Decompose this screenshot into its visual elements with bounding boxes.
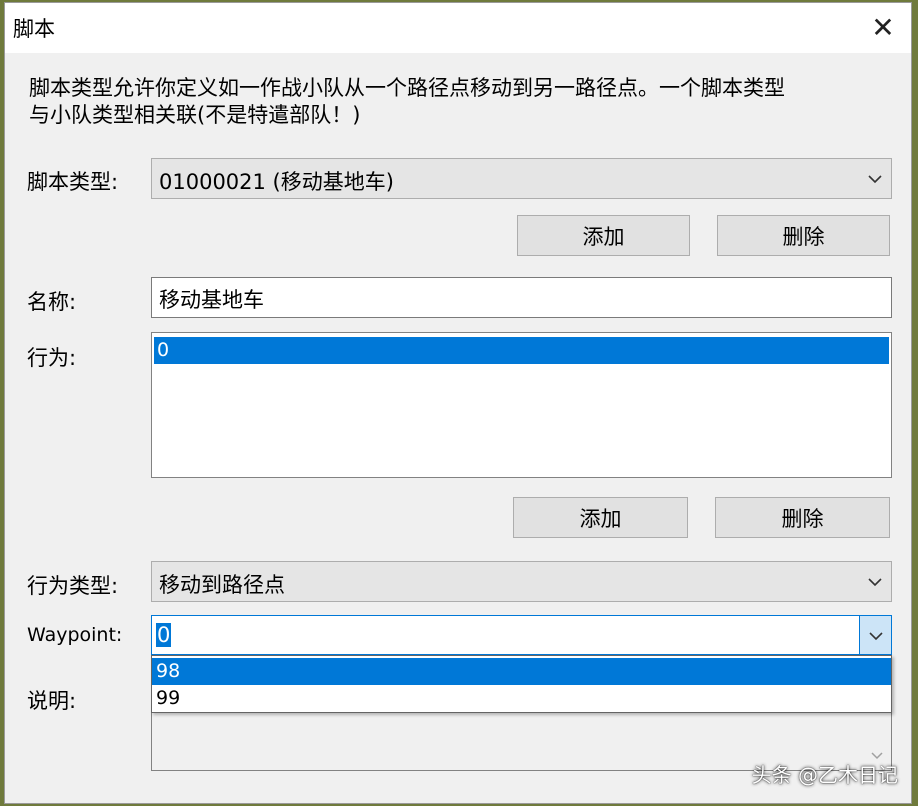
chevron-down-icon (867, 574, 883, 590)
close-button[interactable]: ✕ (861, 5, 905, 49)
waypoint-dropdown-list: 98 99 (151, 655, 892, 713)
script-type-label: 脚本类型: (27, 170, 119, 194)
chevron-down-icon (867, 171, 883, 187)
script-delete-button[interactable]: 删除 (717, 215, 890, 256)
action-type-value: 移动到路径点 (159, 573, 285, 597)
chevron-down-icon (869, 632, 883, 641)
actions-list[interactable]: 0 (151, 332, 892, 478)
action-add-button[interactable]: 添加 (513, 497, 688, 538)
script-add-button[interactable]: 添加 (517, 215, 690, 256)
list-item[interactable]: 0 (154, 337, 889, 364)
title-bar: 脚本 ✕ (5, 3, 911, 53)
watermark: 头条 @乙木日记 (751, 763, 898, 787)
action-type-label: 行为类型: (27, 574, 119, 598)
action-type-select[interactable]: 移动到路径点 (151, 561, 892, 602)
waypoint-combobox[interactable]: 0 (151, 615, 892, 655)
list-item[interactable]: 99 (152, 685, 891, 712)
script-type-value: 01000021 (移动基地车) (159, 170, 394, 194)
action-delete-button[interactable]: 删除 (715, 497, 890, 538)
script-dialog: 脚本 ✕ 脚本类型允许你定义如一作战小队从一个路径点移动到另一路径点。一个脚本类… (4, 2, 912, 804)
name-value: 移动基地车 (159, 288, 264, 312)
close-icon: ✕ (871, 10, 895, 44)
actions-label: 行为: (27, 346, 77, 370)
waypoint-value[interactable]: 0 (156, 623, 172, 647)
waypoint-label: Waypoint: (27, 624, 123, 646)
waypoint-dropdown-button[interactable] (859, 616, 891, 654)
script-type-select[interactable]: 01000021 (移动基地车) (151, 158, 892, 199)
notes-label: 说明: (27, 689, 77, 713)
description-text: 脚本类型允许你定义如一作战小队从一个路径点移动到另一路径点。一个脚本类型 与小队… (29, 76, 785, 127)
name-label: 名称: (27, 290, 77, 314)
name-input[interactable]: 移动基地车 (151, 277, 892, 318)
window-title: 脚本 (13, 17, 55, 41)
list-item[interactable]: 98 (152, 658, 891, 685)
